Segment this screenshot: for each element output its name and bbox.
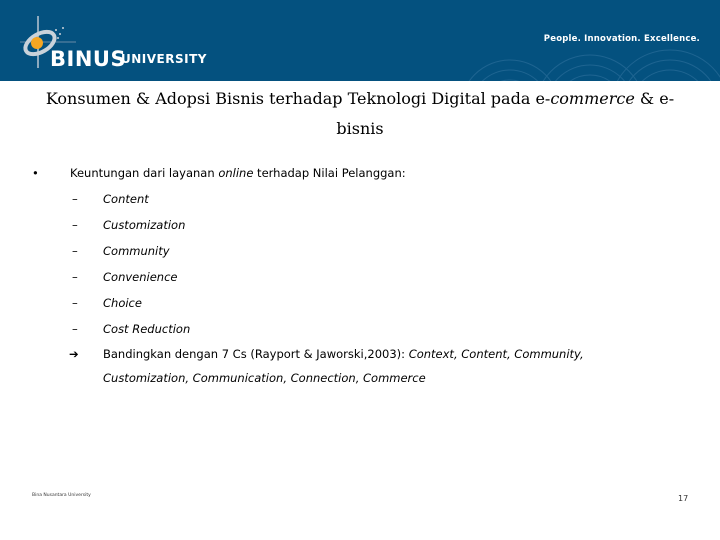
sub-point-text: Content — [103, 192, 149, 206]
sub-point: – Choice — [32, 290, 692, 316]
title-part-1: Konsumen & Adopsi Bisnis terhadap Teknol… — [45, 89, 551, 108]
arrow-right-icon: ➔ — [69, 347, 79, 361]
title-italic: commerce — [550, 89, 635, 108]
page-number: 17 — [678, 494, 689, 503]
sub-point-text: Customization — [103, 218, 186, 232]
slide-content: • Keuntungan dari layanan online terhada… — [32, 160, 692, 390]
dash-icon: – — [72, 296, 78, 310]
main-point-before: Keuntungan dari layanan — [70, 166, 219, 180]
dash-icon: – — [72, 322, 78, 336]
dash-icon: – — [72, 244, 78, 258]
logo-wordmark: BINUS — [50, 47, 127, 71]
slide-title: Konsumen & Adopsi Bisnis terhadap Teknol… — [30, 84, 690, 144]
sub-point-text: Community — [103, 244, 170, 258]
sub-point-text: Choice — [103, 296, 142, 310]
sub-point-text: Cost Reduction — [103, 322, 191, 336]
sub-point-text: Convenience — [103, 270, 178, 284]
header-bar: BINUS UNIVERSITY People. Innovation. Exc… — [0, 0, 720, 81]
sub-point: – Community — [32, 238, 692, 264]
sub-point: – Customization — [32, 212, 692, 238]
sub-point: – Convenience — [32, 264, 692, 290]
sub-point: – Cost Reduction — [32, 316, 692, 342]
dash-icon: – — [72, 270, 78, 284]
sub-point: – Content — [32, 186, 692, 212]
logo-subtitle: UNIVERSITY — [121, 52, 207, 66]
main-point-italic: online — [218, 166, 254, 180]
comparison-point: ➔ Bandingkan dengan 7 Cs (Rayport & Jawo… — [32, 342, 692, 390]
dash-icon: – — [72, 218, 78, 232]
bullet-icon: • — [32, 166, 39, 180]
main-point-after: terhadap Nilai Pelanggan: — [253, 166, 406, 180]
dash-icon: – — [72, 192, 78, 206]
comparison-text: Bandingkan dengan 7 Cs (Rayport & Jawors… — [103, 342, 663, 390]
main-bullet-text: Keuntungan dari layanan online terhadap … — [70, 160, 406, 186]
tagline: People. Innovation. Excellence. — [543, 34, 700, 44]
footer-institution: Bina Nusantara University — [32, 493, 91, 498]
comparison-before: Bandingkan dengan 7 Cs (Rayport & Jawors… — [103, 347, 409, 361]
main-bullet: • Keuntungan dari layanan online terhada… — [32, 160, 692, 186]
